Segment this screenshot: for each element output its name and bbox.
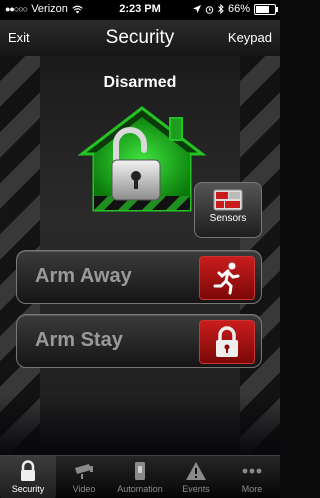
tab-label: More <box>241 484 263 494</box>
house-unlocked-icon <box>78 106 206 212</box>
arm-stay-label: Arm Stay <box>35 329 123 351</box>
battery-icon <box>254 3 278 15</box>
arm-stay-icon-box <box>199 320 255 364</box>
sensors-icon <box>213 189 243 211</box>
arm-stay-button[interactable]: Arm Stay <box>16 314 262 368</box>
lock-icon <box>216 326 238 357</box>
arm-status-text: Disarmed <box>103 74 177 91</box>
sensors-button[interactable]: Sensors <box>194 182 262 238</box>
carrier-label: Verizon <box>31 3 68 15</box>
arm-away-icon-box <box>199 256 255 300</box>
location-arrow-icon <box>192 5 201 13</box>
arm-away-label: Arm Away <box>35 265 132 287</box>
wifi-icon <box>72 5 83 13</box>
status-left: ●●○○○ Verizon <box>5 3 83 15</box>
tab-more[interactable]: More <box>224 456 280 498</box>
keypad-button[interactable]: Keypad <box>228 30 272 45</box>
security-panel: Disarmed Sensors Arm Away Arm Stay <box>0 56 280 455</box>
battery-percent: 66% <box>227 3 250 15</box>
arm-away-button[interactable]: Arm Away <box>16 250 262 304</box>
status-bar: ●●○○○ Verizon 2:23 PM 66% <box>0 0 280 20</box>
main-bottom-shade <box>0 395 280 455</box>
tab-label: Events <box>182 484 210 494</box>
alarm-clock-icon <box>205 5 214 14</box>
warning-icon <box>186 462 206 480</box>
tab-video[interactable]: Video <box>56 456 112 498</box>
signal-icon: ●●○○○ <box>5 4 28 14</box>
switch-icon <box>135 462 145 480</box>
tab-security[interactable]: Security <box>0 456 56 498</box>
tab-label: Video <box>72 484 96 494</box>
tab-automation[interactable]: Automation <box>112 456 168 498</box>
sensors-label: Sensors <box>209 213 247 224</box>
bluetooth-icon <box>218 4 224 14</box>
status-right: 66% <box>192 3 278 15</box>
nav-bar: Exit Security Keypad <box>0 20 280 57</box>
running-man-icon <box>213 262 240 295</box>
lock-icon <box>21 460 35 481</box>
tab-bar: Security Video Automation Events More <box>0 455 280 498</box>
tab-label: Automation <box>117 484 163 494</box>
more-icon <box>242 468 262 474</box>
tab-label: Security <box>11 484 45 494</box>
camera-icon <box>75 464 93 479</box>
tab-events[interactable]: Events <box>168 456 224 498</box>
